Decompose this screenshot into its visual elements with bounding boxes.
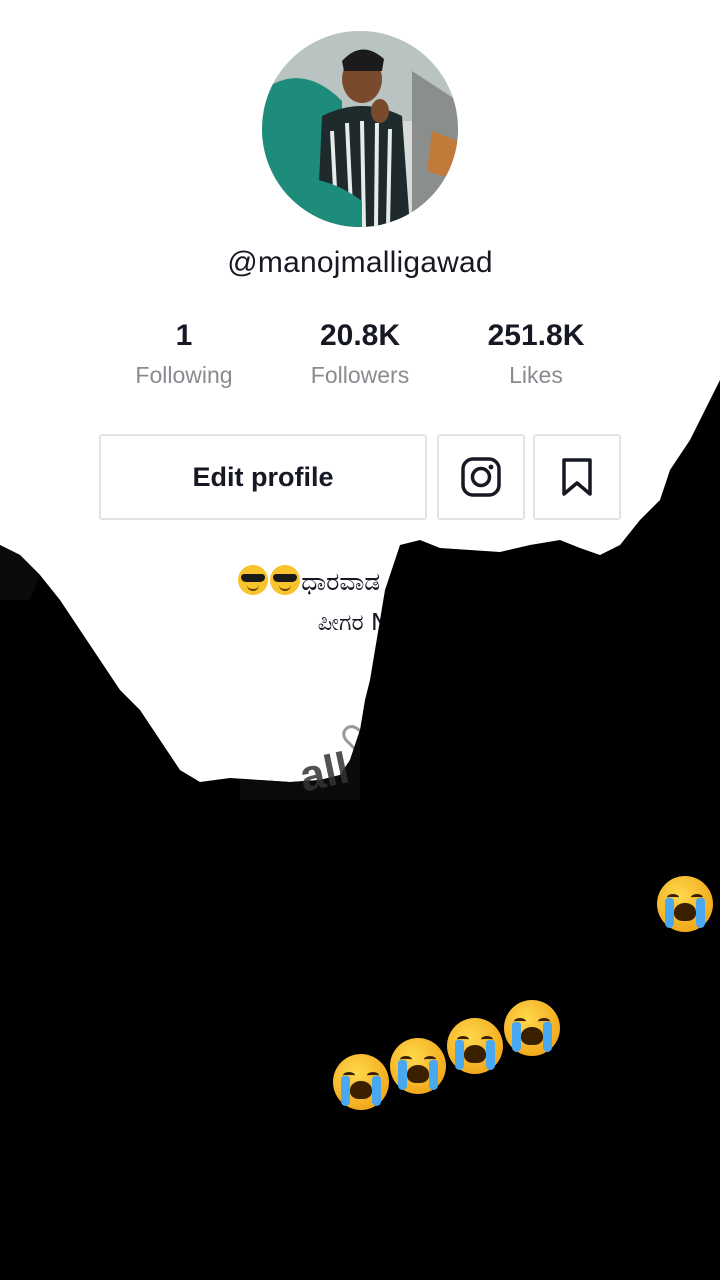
instagram-icon: [461, 457, 501, 497]
sunglasses-emoji-icon: [270, 565, 301, 595]
heart-outline-icon[interactable]: [340, 720, 380, 760]
avatar[interactable]: [262, 31, 458, 227]
watermark-text: all: [295, 743, 354, 802]
loudly-crying-emoji-icon: [390, 1038, 446, 1094]
favorites-button[interactable]: [533, 434, 621, 520]
profile-screen: @manojmalligawad 1 Following 20.8K Follo…: [0, 0, 720, 1280]
following-stat[interactable]: 1 Following: [94, 318, 274, 390]
followers-label: Followers: [310, 362, 410, 388]
bio-line-2: ಪೀಗರ Ne: [317, 610, 403, 636]
instagram-button[interactable]: [437, 434, 525, 520]
likes-count: 251.8K: [487, 319, 585, 352]
followers-stat[interactable]: 20.8K Followers: [270, 318, 450, 390]
likes-label: Likes: [509, 362, 563, 388]
loudly-crying-emoji-icon: [657, 876, 713, 932]
following-label: Following: [135, 362, 233, 388]
following-count: 1: [175, 319, 193, 352]
bio-line-1: ಧಾರವಾಡ ಹುಡುಗ: [0, 562, 720, 602]
bio: ಧಾರವಾಡ ಹುಡುಗ ಪೀಗರ Ne: [0, 562, 720, 640]
loudly-crying-emoji-icon: [504, 1000, 560, 1056]
username: @manojmalligawad: [227, 246, 493, 279]
bio-text-1: ಧಾರವಾಡ ಹುಡುಗ: [301, 567, 451, 596]
sunglasses-emoji-icon: [238, 565, 269, 595]
bookmark-icon: [562, 458, 592, 496]
loudly-crying-emoji-icon: [333, 1054, 389, 1110]
sunglasses-emoji-icon: [451, 565, 482, 595]
loudly-crying-emoji-icon: [447, 1018, 503, 1074]
edit-profile-button[interactable]: Edit profile: [99, 434, 427, 520]
followers-count: 20.8K: [319, 319, 401, 352]
likes-stat[interactable]: 251.8K Likes: [446, 318, 626, 390]
